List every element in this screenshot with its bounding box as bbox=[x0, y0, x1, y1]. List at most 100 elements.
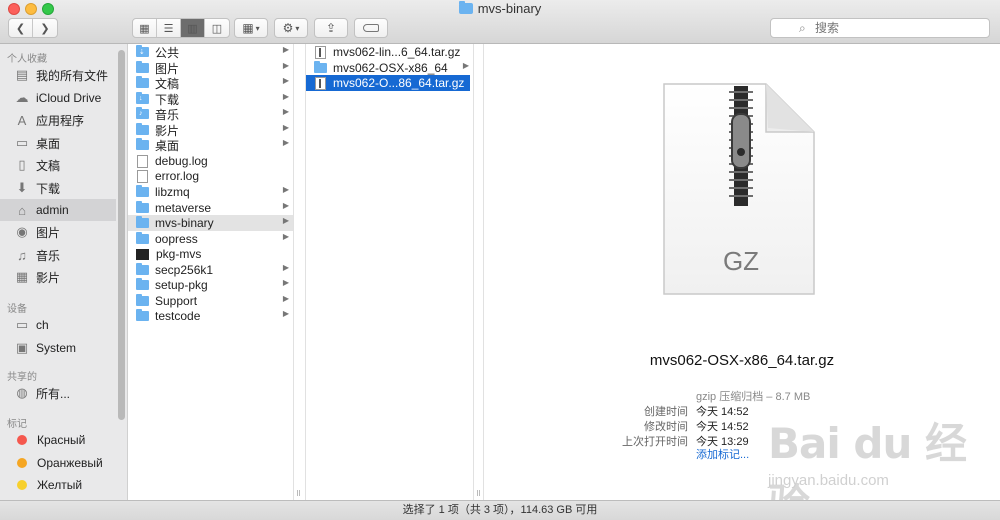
preview-created-row: 创建时间 今天 14:52 bbox=[644, 406, 749, 418]
sidebar-item-desktop[interactable]: ▭ 桌面 bbox=[0, 132, 116, 154]
column-resize-handle[interactable] bbox=[474, 44, 484, 500]
search-icon: ⌕ bbox=[799, 21, 806, 35]
list-item[interactable]: Support ▶ bbox=[128, 293, 293, 309]
columns-icon: ▥ bbox=[187, 22, 198, 35]
disclosure-arrow-icon: ▶ bbox=[282, 138, 289, 147]
music-icon: ♫ bbox=[17, 247, 27, 263]
list-item-mvs-binary[interactable]: mvs-binary ▶ bbox=[128, 215, 293, 231]
list-item[interactable]: 文稿 ▶ bbox=[128, 75, 293, 91]
chevron-right-icon: ❯ bbox=[40, 22, 50, 35]
devices-header: 设备 bbox=[7, 304, 27, 315]
pictures-folder-icon bbox=[136, 61, 149, 73]
navigation-buttons: ❮ ❯ bbox=[8, 18, 58, 38]
camera-icon: ◉ bbox=[16, 224, 28, 239]
sidebar-item-movies[interactable]: ▦ 影片 bbox=[0, 266, 116, 288]
sidebar-item-computer[interactable]: ▭ ch bbox=[0, 314, 116, 336]
disclosure-arrow-icon: ▶ bbox=[282, 76, 289, 85]
sidebar-item-system-disk[interactable]: ▣ System bbox=[0, 337, 116, 359]
list-item[interactable]: ♪ 音乐 ▶ bbox=[128, 106, 293, 122]
list-item-selected[interactable]: mvs062-O...86_64.tar.gz bbox=[306, 75, 470, 91]
list-item[interactable]: mvs062-lin...6_64.tar.gz bbox=[306, 44, 473, 60]
disclosure-arrow-icon: ▶ bbox=[282, 45, 289, 54]
red-tag-dot-icon bbox=[17, 435, 27, 445]
list-item[interactable]: debug.log bbox=[128, 153, 293, 169]
folder-icon bbox=[136, 232, 149, 244]
desktop-folder-icon bbox=[136, 138, 149, 150]
list-item[interactable]: secp256k1 ▶ bbox=[128, 262, 293, 278]
cloud-icon: ☁ bbox=[15, 90, 29, 105]
sidebar-item-all-shared[interactable]: ◍ 所有... bbox=[0, 382, 116, 404]
forward-button[interactable]: ❯ bbox=[33, 19, 57, 37]
list-item[interactable]: ↓ 下载 ▶ bbox=[128, 91, 293, 107]
column-mvs-binary: mvs062-lin...6_64.tar.gz mvs062-OSX-x86_… bbox=[306, 44, 474, 500]
list-item[interactable]: libzmq ▶ bbox=[128, 184, 293, 200]
sidebar-item-documents[interactable]: ▯ 文稿 bbox=[0, 154, 116, 176]
music-folder-icon: ♪ bbox=[136, 107, 149, 119]
list-item[interactable]: pkg-mvs bbox=[128, 246, 293, 262]
sidebar-item-downloads[interactable]: ⬇ 下载 bbox=[0, 177, 116, 199]
disclosure-arrow-icon: ▶ bbox=[282, 185, 289, 194]
favorites-header: 个人收藏 bbox=[7, 54, 47, 65]
folder-icon bbox=[136, 294, 149, 306]
title-bar: mvs-binary ❮ ❯ ▦ ☰ ▥ ◫ ▦ ▾ ⚙ ▾ ⇪ ⌕ bbox=[0, 0, 1000, 44]
movies-folder-icon bbox=[136, 123, 149, 135]
tags-button[interactable] bbox=[354, 18, 388, 38]
add-tags-link[interactable]: 添加标记... bbox=[696, 446, 749, 462]
film-icon: ▦ bbox=[15, 269, 29, 284]
arrange-button[interactable]: ▦ ▾ bbox=[234, 18, 268, 38]
back-button[interactable]: ❮ bbox=[9, 19, 33, 37]
search-field[interactable]: ⌕ bbox=[770, 18, 990, 38]
list-item[interactable]: testcode ▶ bbox=[128, 308, 293, 324]
sidebar-tag-red[interactable]: Красный bbox=[0, 429, 116, 451]
sidebar-item-music[interactable]: ♫ 音乐 bbox=[0, 244, 116, 266]
chevron-down-icon: ▾ bbox=[255, 23, 260, 33]
folder-icon bbox=[458, 1, 473, 14]
column-admin: ⇣ 公共 ▶ 图片 ▶ 文稿 ▶ ↓ 下载 ▶ ♪ 音乐 ▶ 影片 ▶ 桌面 ▶ debug.log… bbox=[128, 44, 294, 500]
gz-icon-label: GZ bbox=[723, 246, 759, 276]
action-button[interactable]: ⚙ ▾ bbox=[274, 18, 308, 38]
folder-icon bbox=[136, 216, 149, 228]
list-item[interactable]: metaverse ▶ bbox=[128, 200, 293, 216]
list-item[interactable]: 桌面 ▶ bbox=[128, 137, 293, 153]
sidebar-tag-orange[interactable]: Оранжевый bbox=[0, 452, 116, 474]
disclosure-arrow-icon: ▶ bbox=[282, 92, 289, 101]
list-item[interactable]: oopress ▶ bbox=[128, 231, 293, 247]
list-item[interactable]: error.log bbox=[128, 168, 293, 184]
gz-archive-icon bbox=[315, 76, 326, 90]
column-resize-handle[interactable] bbox=[294, 44, 306, 500]
gz-archive-preview-icon: GZ bbox=[663, 83, 815, 295]
folder-icon bbox=[136, 201, 149, 213]
sidebar-item-pictures[interactable]: ◉ 图片 bbox=[0, 221, 116, 243]
share-button[interactable]: ⇪ bbox=[314, 18, 348, 38]
cover-flow-button[interactable]: ◫ bbox=[205, 19, 229, 37]
desktop-icon: ▭ bbox=[15, 135, 29, 150]
icon-view-button[interactable]: ▦ bbox=[133, 19, 157, 37]
disclosure-arrow-icon: ▶ bbox=[282, 61, 289, 70]
disclosure-arrow-icon: ▶ bbox=[282, 294, 289, 303]
list-item[interactable]: setup-pkg ▶ bbox=[128, 277, 293, 293]
grid-icon: ▦ bbox=[139, 22, 150, 35]
folder-icon bbox=[136, 263, 149, 275]
sidebar-scrollbar[interactable] bbox=[118, 50, 125, 420]
list-view-button[interactable]: ☰ bbox=[157, 19, 181, 37]
list-item[interactable]: 图片 ▶ bbox=[128, 60, 293, 76]
search-input[interactable] bbox=[815, 21, 975, 35]
sidebar-item-admin[interactable]: ⌂ admin bbox=[0, 199, 116, 221]
column-view-button[interactable]: ▥ bbox=[181, 19, 205, 37]
list-item[interactable]: 影片 ▶ bbox=[128, 122, 293, 138]
sidebar-item-applications[interactable]: A 应用程序 bbox=[0, 109, 116, 131]
list-item[interactable]: ⇣ 公共 ▶ bbox=[128, 44, 293, 60]
sidebar-tag-yellow[interactable]: Желтый bbox=[0, 474, 116, 496]
disclosure-arrow-icon: ▶ bbox=[462, 61, 469, 70]
chevron-left-icon: ❮ bbox=[15, 22, 26, 35]
watermark-url: jingyan.baidu.com bbox=[768, 472, 889, 489]
text-file-icon bbox=[137, 154, 148, 168]
sidebar-item-all-files[interactable]: ▤ 我的所有文件 bbox=[0, 64, 116, 86]
resize-grip-icon bbox=[477, 490, 480, 496]
sidebar-item-icloud[interactable]: ☁ iCloud Drive bbox=[0, 87, 116, 109]
folder-icon bbox=[136, 278, 149, 290]
public-folder-icon: ⇣ bbox=[136, 45, 149, 57]
status-bar: 选择了 1 项（共 3 项），114.63 GB 可用 bbox=[0, 500, 1000, 520]
list-item[interactable]: mvs062-OSX-x86_64 ▶ bbox=[306, 60, 473, 76]
gz-archive-icon bbox=[315, 45, 326, 59]
